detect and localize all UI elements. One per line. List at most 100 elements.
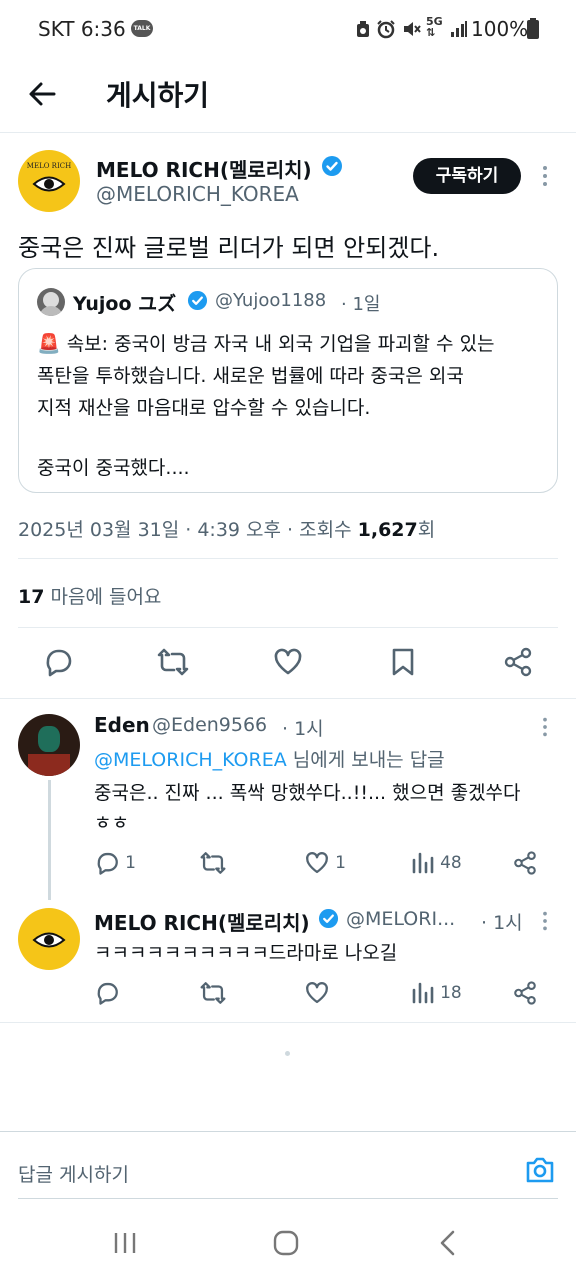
- reply-time: · 1시: [481, 912, 523, 934]
- reply-button[interactable]: [42, 646, 74, 678]
- like-count: 1: [335, 853, 346, 873]
- reply-composer-input[interactable]: 답글 게시하기: [18, 1160, 129, 1187]
- quoted-text-line-4: 중국이 중국했다....: [37, 457, 190, 479]
- comment-icon: [97, 852, 118, 875]
- chevron-left-icon: [440, 1230, 455, 1256]
- quoted-post-card[interactable]: Yujoo ユズ @Yujoo1188 · 1일 🚨 속보: 중국이 방금 자국…: [18, 268, 558, 493]
- reply-action-views[interactable]: 48: [411, 850, 462, 876]
- reply-action-repost[interactable]: [199, 980, 227, 1006]
- post-author-handle[interactable]: @MELORICH_KOREA: [96, 182, 299, 206]
- post-author-avatar[interactable]: MELO RICH: [18, 150, 80, 212]
- more-options-icon[interactable]: [538, 715, 552, 739]
- quoted-text-line-1: 🚨 속보: 중국이 방금 자국 내 외국 기업을 파괴할 수 있는: [37, 333, 495, 355]
- reply-action-reply[interactable]: 1: [94, 850, 136, 876]
- avatar-logo-text: MELO RICH: [26, 162, 72, 170]
- view-count: 18: [440, 983, 462, 1003]
- comment-icon: [46, 649, 72, 677]
- reply-text: ㅋㅋㅋㅋㅋㅋㅋㅋㅋㅋ드라마로 나오길: [94, 942, 398, 964]
- post-meta: 2025년 03월 31일 · 4:39 오후 · 조회수 1,627회: [18, 515, 435, 542]
- more-options-icon[interactable]: [538, 163, 552, 189]
- reply-count: 1: [125, 853, 136, 873]
- verified-badge-icon: [321, 155, 343, 177]
- home-button[interactable]: [272, 1229, 300, 1257]
- heart-icon: [306, 852, 328, 874]
- back-button[interactable]: [24, 76, 60, 112]
- arrow-left-icon: [29, 82, 56, 106]
- share-icon: [514, 981, 536, 1005]
- view-count: 48: [440, 853, 462, 873]
- view-suffix: 회: [417, 519, 436, 541]
- views-chart-icon: [412, 852, 434, 874]
- like-button[interactable]: [272, 646, 304, 678]
- view-count: 1,627: [357, 519, 418, 541]
- recent-apps-icon: [114, 1233, 136, 1253]
- reply-action-reply[interactable]: [94, 980, 120, 1006]
- share-icon: [504, 647, 532, 677]
- loading-indicator: [285, 1051, 290, 1056]
- reply-to-suffix: 님에게 보내는 답글: [286, 749, 445, 771]
- reply-action-share[interactable]: [512, 850, 538, 876]
- reply-action-views[interactable]: 18: [411, 980, 462, 1006]
- subscribe-button[interactable]: 구독하기: [413, 158, 521, 194]
- quoted-post-time: · 1일: [341, 294, 381, 315]
- status-bar: SKT 6:36 TALK 5G ⇅ 100%: [0, 0, 576, 58]
- reply-author-avatar[interactable]: [18, 714, 80, 776]
- reply-author-handle[interactable]: @Eden9566: [152, 714, 267, 736]
- reply-text-line-1: 중국은.. 진짜 ... 폭싹 망했쑤다..!!... 했으면 좋겠쑤다: [94, 782, 521, 804]
- heart-icon: [306, 982, 328, 1004]
- share-icon: [514, 851, 536, 875]
- reply-action-share[interactable]: [512, 980, 538, 1006]
- likes-summary[interactable]: 17 마음에 들어요: [18, 582, 161, 609]
- home-icon: [273, 1230, 299, 1256]
- reply-text-line-2: ㅎㅎ: [94, 812, 129, 834]
- quoted-author-avatar: [37, 288, 65, 316]
- verified-badge-icon: [187, 290, 208, 311]
- reply-time: · 1시: [282, 718, 324, 740]
- eye-logo-icon: [32, 176, 66, 192]
- bookmark-button[interactable]: [388, 646, 418, 678]
- alarm-icon: [376, 19, 396, 39]
- carrier-time: SKT 6:36: [38, 17, 126, 41]
- network-5g-icon: 5G ⇅: [426, 15, 443, 39]
- reply-author-name[interactable]: Eden: [94, 713, 150, 737]
- reply-author-handle[interactable]: @MELORI...: [346, 908, 455, 930]
- more-options-icon[interactable]: [538, 909, 552, 933]
- repost-button[interactable]: [156, 646, 190, 678]
- post-text: 중국은 진짜 글로벌 리더가 되면 안되겠다.: [18, 234, 440, 262]
- verified-badge-icon: [318, 908, 339, 929]
- eye-logo-icon: [32, 932, 66, 948]
- comment-icon: [97, 982, 118, 1005]
- reply-to-mention[interactable]: @MELORICH_KOREA: [94, 749, 287, 771]
- reply-author-name[interactable]: MELO RICH(멜로리치): [94, 907, 310, 936]
- quoted-author-name: Yujoo ユズ: [73, 293, 177, 315]
- camera-icon: [526, 1157, 554, 1183]
- reply-action-like[interactable]: 1: [304, 850, 346, 876]
- mute-icon: [401, 19, 421, 39]
- likes-count: 17: [18, 586, 45, 608]
- recycle-icon: [355, 20, 371, 38]
- reply-action-like[interactable]: [304, 980, 330, 1006]
- likes-label: 마음에 들어요: [44, 586, 162, 608]
- repost-icon: [200, 852, 226, 874]
- post-author-name[interactable]: MELO RICH(멜로리치): [96, 154, 312, 183]
- reply-author-avatar[interactable]: [18, 908, 80, 970]
- quoted-text-line-2: 폭탄을 투하했습니다. 새로운 법률에 따라 중국은 외국: [37, 365, 464, 387]
- signal-icon: [450, 20, 468, 38]
- repost-icon: [157, 648, 189, 676]
- recent-apps-button[interactable]: [111, 1230, 139, 1256]
- camera-button[interactable]: [524, 1155, 556, 1185]
- quoted-text-line-3: 지적 재산을 마음대로 압수할 수 있습니다.: [37, 397, 371, 419]
- battery-percent: 100%: [471, 17, 529, 41]
- bookmark-icon: [392, 648, 414, 676]
- quoted-author-handle: @Yujoo1188: [215, 290, 327, 311]
- thread-line: [48, 780, 51, 900]
- repost-icon: [200, 982, 226, 1004]
- reply-to-line: @MELORICH_KOREA 님에게 보내는 답글: [94, 745, 445, 772]
- share-button[interactable]: [502, 646, 534, 678]
- system-back-button[interactable]: [436, 1229, 460, 1257]
- views-chart-icon: [412, 982, 434, 1004]
- reply-action-repost[interactable]: [199, 850, 227, 876]
- page-title: 게시하기: [106, 79, 210, 112]
- talk-icon: TALK: [131, 20, 153, 37]
- heart-icon: [274, 648, 302, 675]
